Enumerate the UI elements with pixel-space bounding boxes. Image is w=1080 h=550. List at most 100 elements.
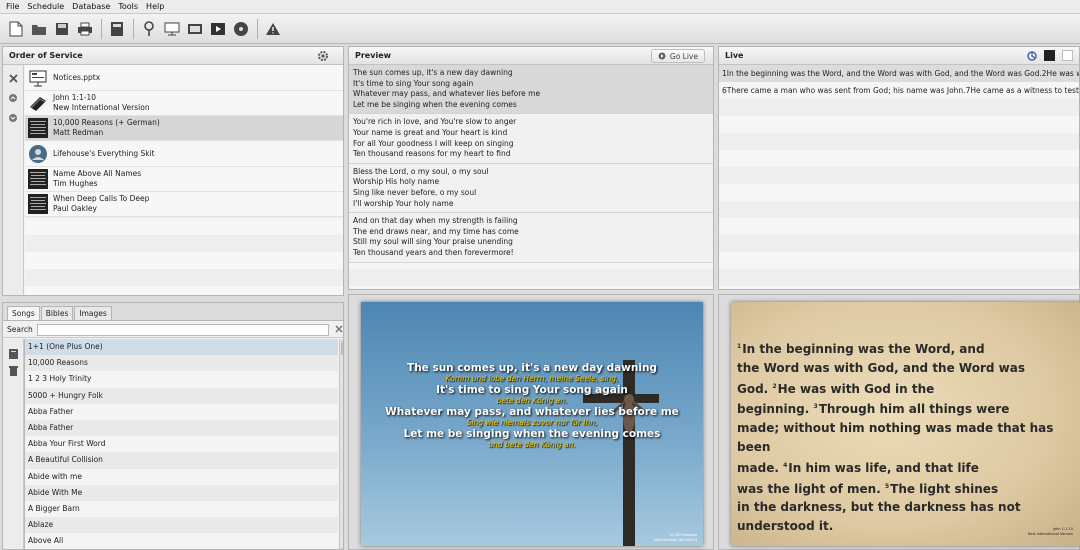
scripture-text: beginning. (737, 402, 810, 417)
toolbar (0, 14, 1080, 44)
list-item[interactable]: A Beautiful Collision (25, 452, 338, 469)
verse-item[interactable]: The sun comes up, it's a new day dawning… (349, 65, 713, 115)
lyric-line: Worship His holy name (353, 177, 440, 187)
toolbar-separator (133, 18, 134, 39)
scripture-text: He was with God in the (777, 381, 935, 396)
lyric-line: Your name is great and Your heart is kin… (353, 127, 508, 137)
song-list-scrollbar[interactable] (339, 339, 343, 549)
list-item[interactable]: 5000 + Hungry Folk (25, 387, 338, 404)
lyric-line: The end draws near, and my time has come (353, 226, 519, 236)
live-title: Live (725, 51, 744, 60)
list-item[interactable]: Abba Your First Word (25, 436, 338, 453)
tab-songs[interactable]: Songs (7, 306, 40, 320)
export-icon[interactable] (107, 19, 127, 39)
verse-item[interactable]: And on that day when my strength is fail… (349, 213, 713, 263)
logo-icon[interactable] (1027, 51, 1037, 63)
verse-number: 5 (884, 482, 890, 490)
item-title: Name Above All Names (53, 169, 142, 178)
preview-canvas: The sun comes up, it's a new day dawning… (348, 294, 714, 550)
scripture-text: God. (737, 381, 769, 396)
slide-line-german: bete den König an. (496, 396, 568, 405)
list-item[interactable]: John 1:1-10 New International Version (25, 91, 343, 116)
menu-schedule[interactable]: Schedule (27, 2, 64, 11)
list-item[interactable]: Above All (25, 533, 338, 549)
item-title: Lifehouse's Everything Skit (53, 148, 155, 158)
delete-song-icon[interactable] (9, 366, 23, 378)
black-screen-icon[interactable] (1044, 50, 1055, 61)
cd-icon[interactable] (231, 19, 251, 39)
menu-tools[interactable]: Tools (118, 2, 138, 11)
list-item[interactable]: Ablaze (25, 517, 338, 534)
projector-icon[interactable] (162, 19, 182, 39)
live-row[interactable]: 6There came a man who was sent from God;… (719, 82, 1079, 99)
list-item[interactable]: Abba Father (25, 403, 338, 420)
list-item[interactable]: Notices.pptx (25, 65, 343, 91)
order-of-service-title: Order of Service (9, 51, 83, 60)
live-row[interactable]: 1In the beginning was the Word, and the … (719, 65, 1079, 82)
tab-bibles[interactable]: Bibles (40, 306, 74, 320)
play-icon[interactable] (208, 19, 228, 39)
list-item[interactable]: 10,000 Reasons (+ German) Matt Redman (25, 116, 343, 141)
location-icon[interactable] (139, 19, 159, 39)
clear-search-icon[interactable] (335, 324, 343, 335)
slide-line-german: und bete den König an. (488, 440, 576, 449)
menu-help[interactable]: Help (146, 2, 164, 11)
clear-screen-icon[interactable] (1062, 50, 1073, 61)
print-icon[interactable] (75, 19, 95, 39)
gear-icon[interactable] (317, 50, 329, 64)
lyric-line: Let me be singing when the evening comes (353, 99, 517, 109)
scripture-text: understood it. (737, 519, 834, 534)
menu-file[interactable]: File (6, 2, 19, 11)
presentation-icon (29, 70, 47, 86)
preview-slide[interactable]: The sun comes up, it's a new day dawning… (361, 302, 703, 546)
live-slide[interactable]: 1In the beginning was the Word, and the … (731, 302, 1080, 546)
move-up-icon[interactable] (6, 91, 20, 105)
add-to-schedule-icon[interactable] (9, 349, 23, 361)
preview-slide-text: The sun comes up, it's a new day dawning… (361, 362, 703, 450)
lyric-line: The sun comes up, it's a new day dawning (353, 68, 513, 77)
library-sidebar (3, 339, 24, 549)
verse-item[interactable]: Bless the Lord, o my soul, o my soul Wor… (349, 163, 713, 214)
scripture-text: made. (737, 460, 779, 475)
search-input[interactable] (36, 323, 329, 336)
list-item[interactable]: Lifehouse's Everything Skit (25, 141, 343, 167)
go-live-button[interactable]: Go Live (650, 49, 705, 63)
scripture-text: In him was life, and that life (788, 460, 979, 475)
open-icon[interactable] (29, 19, 49, 39)
scripture-text: Through him all things were (818, 402, 1010, 417)
slide-line-english: It's time to sing Your song again (436, 384, 628, 396)
new-icon[interactable] (6, 19, 26, 39)
live-header: Live (719, 47, 1079, 65)
search-row: Search (3, 322, 343, 338)
list-item[interactable]: Name Above All Names Tim Hughes (25, 167, 343, 192)
slide-line-german: Komm und lobe den Herrn, meine Seele, si… (445, 374, 619, 383)
list-item[interactable]: A Bigger Barn (25, 500, 338, 518)
scrollbar-thumb[interactable] (341, 341, 343, 355)
save-icon[interactable] (52, 19, 72, 39)
remove-item-icon[interactable] (6, 71, 20, 85)
go-live-icon (658, 52, 666, 60)
tab-images[interactable]: Images (74, 306, 112, 320)
list-item[interactable]: Abide with me (25, 468, 338, 485)
item-title: When Deep Calls To Deep (53, 194, 150, 203)
scripture-text: was the light of men. (737, 481, 881, 496)
list-item[interactable]: 1 2 3 Holy Trinity (25, 371, 338, 388)
item-title: John 1:1-10 (53, 93, 97, 102)
list-item[interactable]: Abide With Me (25, 484, 338, 501)
list-item[interactable]: 1+1 (One Plus One) (25, 339, 338, 356)
list-item[interactable]: When Deep Calls To Deep Paul Oakley (25, 192, 343, 217)
song-list: 1+1 (One Plus One) 10,000 Reasons 1 2 3 … (24, 339, 338, 549)
move-down-icon[interactable] (6, 111, 20, 125)
lyric-line: I'll worship Your holy name (353, 198, 454, 208)
menu-database[interactable]: Database (72, 2, 110, 11)
item-subtitle: Paul Oakley (53, 204, 97, 213)
lyric-line: Whatever may pass, and whatever lies bef… (353, 89, 541, 99)
scripture-text: the Word was with God, and the Word was (737, 360, 1025, 375)
video-icon[interactable] (185, 19, 205, 39)
item-title: 10,000 Reasons (+ German) (53, 118, 160, 127)
list-item[interactable]: Abba Father (25, 419, 338, 437)
scripture-text: made; without him nothing was made that … (737, 421, 1054, 454)
warning-icon[interactable] (263, 19, 283, 39)
list-item[interactable]: 10,000 Reasons (25, 355, 338, 372)
verse-item[interactable]: You're rich in love, and You're slow to … (349, 114, 713, 164)
